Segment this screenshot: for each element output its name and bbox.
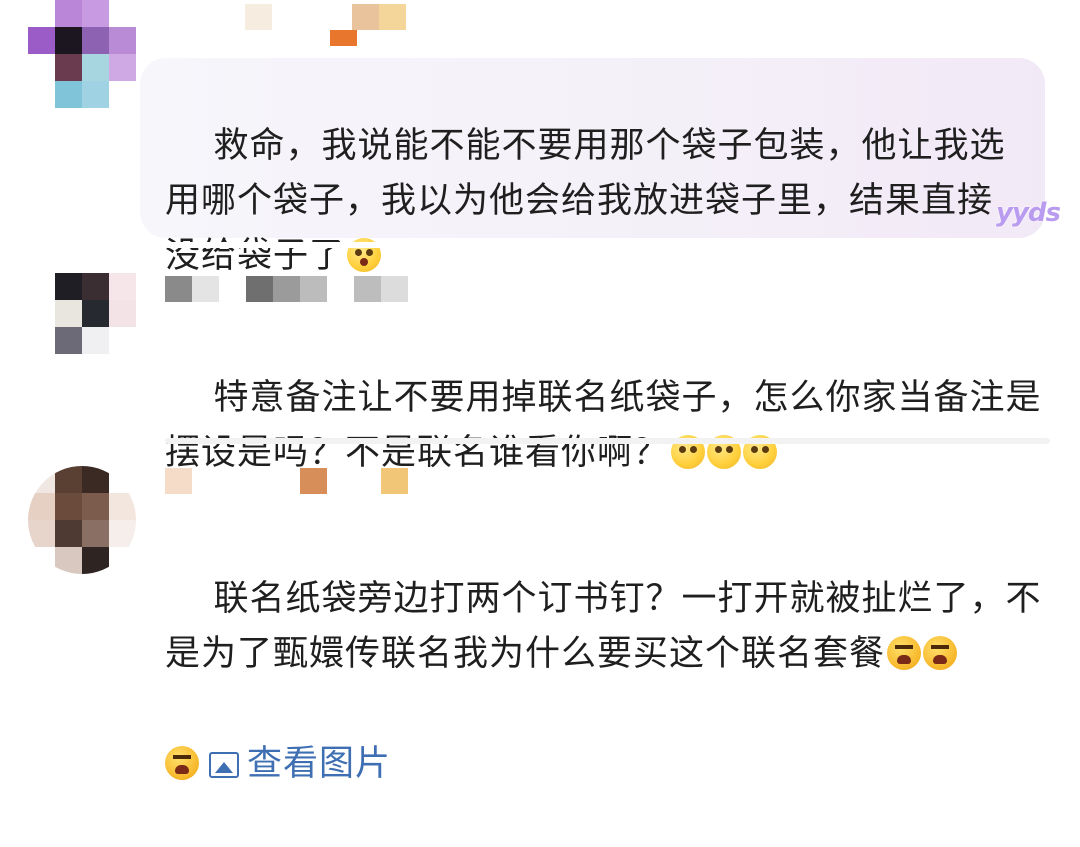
comment-divider — [165, 242, 1050, 248]
angry-emoji-icon — [165, 746, 199, 780]
angry-emoji-icon — [923, 636, 958, 670]
view-images-link[interactable]: 查看图片 — [247, 744, 391, 784]
comment-1-text: 救命，我说能不能不要用那个袋子包装，他让我选用哪个袋子，我以为他会给我放进袋子里… — [165, 126, 1006, 276]
comment-text: 联名纸袋旁边打两个订书钉？一打开就被扯烂了，不是为了甄嬛传联名我为什么要买这个联… — [165, 517, 1045, 847]
avatar[interactable] — [28, 273, 136, 381]
username-blurred[interactable] — [165, 468, 408, 494]
avatar[interactable] — [28, 466, 136, 574]
comment-divider — [165, 438, 1050, 444]
username-blurred[interactable] — [165, 4, 406, 30]
username-blurred-accent — [330, 30, 357, 46]
username-blurred[interactable] — [165, 276, 408, 302]
angry-emoji-icon — [887, 636, 922, 670]
comment-2-text: 特意备注让不要用掉联名纸袋子，怎么你家当备注是摆设是吗？不是联名谁看你啊？ — [165, 378, 1042, 473]
avatar[interactable] — [28, 0, 136, 108]
image-icon[interactable] — [209, 752, 239, 778]
comment-text: 特意备注让不要用掉联名纸袋子，怎么你家当备注是摆设是吗？不是联名谁看你啊？ — [165, 316, 1045, 536]
yyds-badge: yyds — [996, 198, 1061, 228]
